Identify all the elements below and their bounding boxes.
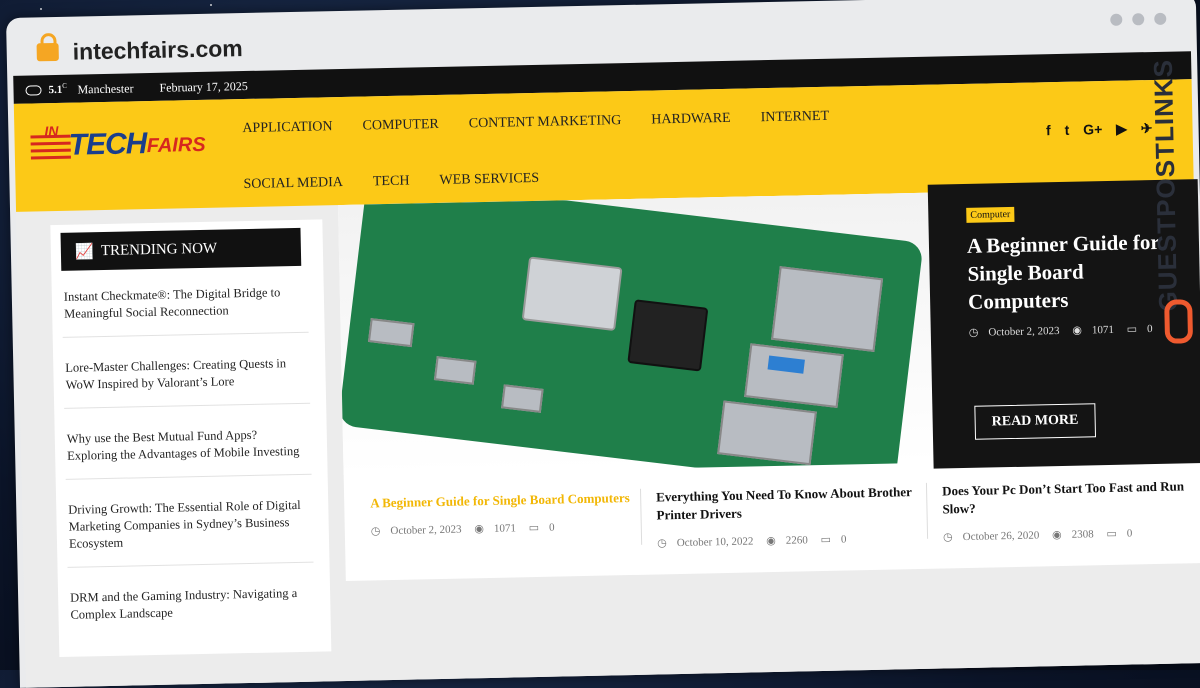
logo-fairs: FAIRS (146, 133, 206, 158)
trending-item[interactable]: Why use the Best Mutual Fund Apps? Explo… (64, 421, 312, 480)
comment-icon: ▭ (1106, 527, 1117, 541)
current-date: February 17, 2025 (159, 78, 248, 95)
post-date: October 2, 2023 (390, 523, 462, 538)
chip (627, 299, 709, 372)
ethernet-port (771, 266, 884, 352)
post-meta: ◷ October 2, 2023 ◉ 1071 ▭ 0 (371, 519, 641, 538)
post-title[interactable]: A Beginner Guide for Single Board Comput… (370, 489, 640, 513)
usb-c-port (367, 318, 415, 348)
nav-web-services[interactable]: WEB SERVICES (439, 171, 539, 189)
raspberry-pi-image[interactable] (337, 192, 934, 476)
nav-computer[interactable]: COMPUTER (362, 117, 439, 135)
eye-icon: ◉ (1072, 324, 1083, 337)
chip (521, 256, 623, 332)
nav-internet[interactable]: INTERNET (760, 109, 829, 126)
post-card: A Beginner Guide for Single Board Comput… (370, 489, 641, 538)
link-icon (1164, 299, 1194, 344)
eye-icon: ◉ (474, 523, 485, 536)
divider (925, 482, 929, 539)
trending-chart-icon: 📈 (74, 242, 94, 261)
window-dot[interactable] (1154, 12, 1167, 25)
window-dot[interactable] (1110, 13, 1123, 26)
watermark-text: GUESTPOSTLINKS (1147, 58, 1184, 312)
post-date: October 10, 2022 (676, 535, 754, 550)
comment-icon: ▭ (1126, 323, 1138, 336)
post-comments: 0 (548, 521, 555, 534)
trending-widget: 📈 TRENDING NOW Instant Checkmate®: The D… (50, 219, 332, 658)
post-card: Does Your Pc Don’t Start Too Fast and Ru… (942, 477, 1200, 544)
post-comments: 0 (1126, 527, 1133, 540)
star (40, 8, 42, 10)
cloud-icon (25, 85, 42, 96)
trending-item[interactable]: Driving Growth: The Essential Role of Di… (66, 492, 314, 568)
site-logo[interactable]: IN TECH FAIRS (30, 120, 211, 174)
trending-list: Instant Checkmate®: The Digital Bridge t… (61, 279, 316, 656)
lock-icon (36, 42, 59, 62)
trending-item[interactable]: Instant Checkmate®: The Digital Bridge t… (61, 279, 309, 338)
circuit-board (337, 192, 924, 476)
trending-title: TRENDING NOW (100, 240, 218, 260)
browser-window: intechfairs.com 5.1C Manchester February… (6, 0, 1200, 688)
feature-comments: 0 (1146, 323, 1153, 336)
logo-tech: TECH (68, 127, 147, 162)
feature-date: October 2, 2023 (988, 325, 1060, 339)
nav-tech[interactable]: TECH (373, 174, 410, 191)
clock-icon: ◷ (657, 537, 667, 550)
google-plus-icon[interactable]: G+ (1083, 121, 1102, 137)
youtube-icon[interactable]: ▶ (1116, 121, 1127, 137)
nav-social-media[interactable]: SOCIAL MEDIA (243, 175, 343, 193)
comment-icon: ▭ (528, 521, 540, 535)
post-title[interactable]: Does Your Pc Don’t Start Too Fast and Ru… (942, 477, 1200, 519)
window-controls (1100, 12, 1167, 31)
window-dot[interactable] (1132, 13, 1145, 26)
weather-widget: 5.1C (25, 82, 67, 98)
post-views: 2260 (785, 534, 808, 547)
clock-icon: ◷ (370, 525, 381, 538)
post-comments: 0 (840, 533, 847, 546)
post-meta: ◷ October 26, 2020 ◉ 2308 ▭ 0 (943, 525, 1200, 544)
feature-meta: ◷ October 2, 2023 ◉ 1071 ▭ 0 (969, 322, 1163, 339)
twitter-icon[interactable]: t (1064, 122, 1069, 138)
post-date: October 26, 2020 (962, 529, 1040, 544)
nav-content-marketing[interactable]: CONTENT MARKETING (469, 113, 622, 132)
hdmi-port (501, 384, 544, 413)
feature-views: 1071 (1091, 323, 1115, 337)
logo-in: IN (44, 122, 59, 140)
category-badge[interactable]: Computer (966, 206, 1015, 223)
post-meta: ◷ October 10, 2022 ◉ 2260 ▭ 0 (657, 531, 927, 550)
eye-icon: ◉ (766, 534, 776, 548)
featured-section: Computer A Beginner Guide for Single Boa… (337, 179, 1200, 582)
nav-hardware[interactable]: HARDWARE (651, 111, 731, 129)
divider (639, 488, 643, 545)
post-row: A Beginner Guide for Single Board Comput… (344, 477, 1200, 549)
star (210, 4, 212, 6)
usb-port (717, 400, 817, 466)
comment-icon: ▭ (820, 533, 832, 547)
web-page: 5.1C Manchester February 17, 2025 IN TEC… (13, 51, 1200, 688)
read-more-button[interactable]: READ MORE (974, 403, 1096, 440)
temp-unit: C (62, 81, 67, 90)
post-views: 1071 (493, 522, 517, 535)
post-card: Everything You Need To Know About Brothe… (656, 483, 927, 550)
url-text[interactable]: intechfairs.com (72, 35, 243, 66)
social-links: f t G+ ▶ ✈ (1036, 120, 1153, 139)
weather-city: Manchester (77, 81, 134, 97)
eye-icon: ◉ (1051, 529, 1062, 542)
usb-port (744, 343, 844, 408)
trending-header: 📈 TRENDING NOW (60, 227, 302, 271)
watermark: GUESTPOSTLINKS (1148, 49, 1194, 350)
temperature: 5.1 (48, 83, 63, 97)
feature-title[interactable]: A Beginner Guide for Single Board Comput… (967, 228, 1169, 316)
facebook-icon[interactable]: f (1046, 122, 1051, 138)
trending-item[interactable]: Lore-Master Challenges: Creating Quests … (63, 350, 311, 409)
post-title[interactable]: Everything You Need To Know About Brothe… (656, 483, 927, 525)
post-views: 2308 (1071, 528, 1094, 541)
clock-icon: ◷ (942, 531, 953, 544)
trending-item[interactable]: DRM and the Gaming Industry: Navigating … (68, 581, 315, 638)
nav-application[interactable]: APPLICATION (242, 119, 333, 137)
clock-icon: ◷ (968, 326, 979, 339)
hdmi-port (433, 356, 477, 385)
